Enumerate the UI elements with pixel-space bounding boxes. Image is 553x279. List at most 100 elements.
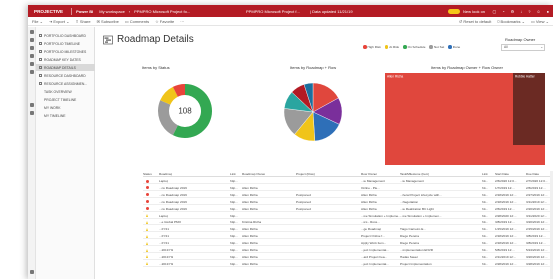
col-start-date[interactable]: Start Date (495, 172, 509, 176)
fullscreen-icon[interactable]: ▢ (492, 9, 496, 14)
sidebar-item-project-timeline[interactable]: PROJECT TIMELINE (36, 96, 95, 103)
notifications-icon[interactable]: ◔ (502, 9, 504, 14)
col-link[interactable]: Link (230, 172, 236, 176)
cell-link[interactable]: http... (230, 179, 238, 183)
favorites-icon[interactable] (30, 46, 34, 50)
new-look-toggle[interactable]: New look on (448, 8, 485, 14)
cell-link[interactable]: http... (230, 248, 238, 252)
treemap-tile-robbie[interactable] (513, 73, 545, 145)
workspace-icon[interactable] (30, 111, 34, 115)
donut-slice-not-set[interactable] (158, 100, 178, 136)
table-row[interactable]: ...2019 H1 http... Allen Richa ...ject Impl… (143, 261, 553, 267)
expand-icon[interactable] (30, 270, 34, 274)
more-options-icon[interactable]: ··· (180, 19, 184, 24)
report-link[interactable]: PPMPRO Microsoft Project fo... (134, 9, 190, 14)
app-name[interactable]: Power BI (76, 9, 93, 14)
view-button[interactable]: ▭ View ⌄ (531, 19, 549, 24)
sidebar-item-roadmap-key-dates[interactable]: ROADMAP KEY DATES (36, 56, 95, 63)
table-row[interactable]: ...ns Roadmap 2019 http... Allen Richa Post… (143, 206, 553, 212)
table-row[interactable]: ...2019 H1 http... Allen Richa ...ject Impl… (143, 247, 553, 253)
status-donut-chart[interactable]: 108 (155, 81, 215, 141)
cell-link2[interactable]: htt... (482, 241, 488, 245)
cell-link[interactable]: http... (230, 186, 238, 190)
cell-link2[interactable]: htt... (482, 179, 488, 183)
cell-link[interactable]: http... (230, 207, 238, 211)
cell-link[interactable]: http... (230, 214, 238, 218)
sidebar-item-task-overview[interactable]: TASK OVERVIEW (36, 88, 95, 95)
cell-link[interactable]: http... (230, 241, 238, 245)
brand-logo[interactable]: PROJECTIVE (34, 9, 63, 14)
download-icon[interactable]: ↓ (520, 9, 522, 14)
cell-link[interactable]: http... (230, 255, 238, 259)
table-row[interactable]: Laptop http... ...ie Management ...le Manag… (143, 178, 553, 184)
help-icon[interactable]: ? (528, 9, 530, 14)
col-row-owner[interactable]: Row Owner (361, 172, 377, 176)
recent-icon[interactable] (30, 54, 34, 58)
menu-item-subscribe[interactable]: ✉ Subscribe (97, 19, 119, 24)
cell-link2[interactable]: htt... (482, 214, 488, 218)
cell-link[interactable]: http... (230, 234, 238, 238)
cell-link2[interactable]: htt... (482, 193, 488, 197)
toggle-switch[interactable] (448, 8, 460, 14)
roadmap-owner-dropdown[interactable]: All ⌄ (501, 44, 545, 51)
sidebar-item-my-timeline[interactable]: MY TIMELINE (36, 112, 95, 119)
table-row[interactable]: ...e Global PMO http... Kristina Richa ...i… (143, 219, 553, 226)
apps-icon[interactable] (30, 62, 34, 66)
table-row[interactable]: ...ns Roadmap 2019 http... Allen Richa Onli… (143, 185, 553, 191)
sidebar-item-portfolio-timeline[interactable]: PORTFOLIO TIMELINE (36, 40, 95, 47)
sidebar-item-portfolio-milestones[interactable]: PORTFOLIO MILESTONES (36, 48, 95, 55)
col-project[interactable]: Project (Row) (296, 172, 315, 176)
shared-icon[interactable] (30, 70, 34, 74)
owner-treemap[interactable]: Allen Richa Robbie Hatter (385, 73, 545, 165)
table-row[interactable]: ...FY21 http... Allen Richa Apply Work Item… (143, 240, 553, 247)
menu-item-file[interactable]: File ⌄ (32, 19, 43, 24)
cell-link2[interactable]: htt... (482, 207, 488, 211)
cell-link[interactable]: http... (230, 193, 238, 197)
sidebar-item-portfolio-dashboard[interactable]: PORTFOLIO DASHBOARD (36, 32, 95, 39)
table-row[interactable]: Laptop http... ...ive Simulation + Impleme… (143, 213, 553, 219)
cell-link2[interactable]: htt... (482, 220, 488, 224)
sidebar-item-resource-assignments[interactable]: RESOURCE ASSIGNMEN... (36, 80, 95, 87)
cell-link2[interactable]: htt... (482, 186, 488, 190)
reset-button[interactable]: ↺ Reset to default (459, 19, 492, 24)
cell-link2[interactable]: htt... (482, 227, 488, 231)
col-roadmap-owner[interactable]: Roadmap Owner (242, 172, 265, 176)
table-row[interactable]: ...FY21 http... Allen Richa Project Online … (143, 233, 553, 240)
report-title[interactable]: PPMPRO Microsoft Project f... (246, 9, 300, 14)
table-row[interactable]: ...ns Roadmap 2019 http... Allen Richa Post… (143, 192, 553, 198)
col-link2[interactable]: Link (482, 172, 488, 176)
sidebar-item-resource-dashboard[interactable]: RESOURCE DASHBOARD (36, 72, 95, 79)
menu-item-favorite[interactable]: ☆ Favorite (155, 19, 174, 24)
home-icon[interactable] (30, 38, 34, 42)
cell-link2[interactable]: htt... (482, 248, 488, 252)
sidebar-item-roadmap-details[interactable]: ROADMAP DETAILS (36, 64, 95, 71)
roadmap-pie-chart[interactable] (282, 81, 344, 143)
cell-link2[interactable]: htt... (482, 200, 488, 204)
settings-icon[interactable]: ⚙ (511, 9, 515, 14)
table-row[interactable]: ...2019 H1 http... Allen Richa ...ard Proje… (143, 254, 553, 260)
cell-link2[interactable]: htt... (482, 262, 488, 266)
sidebar-item-my-work[interactable]: MY WORK (36, 104, 95, 111)
avatar[interactable]: ● (547, 9, 549, 14)
cell-link2[interactable]: htt... (482, 234, 488, 238)
bookmarks-button[interactable]: ⌑ Bookmarks ⌄ (497, 19, 525, 24)
col-due-date[interactable]: Due Date (526, 172, 539, 176)
cell-link[interactable]: http... (230, 220, 238, 224)
treemap-tile-allen[interactable] (385, 73, 513, 165)
menu-item-export[interactable]: ⇥ Export ⌄ (49, 19, 70, 24)
workspaces-icon[interactable] (30, 103, 34, 107)
cell-link[interactable]: http... (230, 227, 238, 231)
col-roadmap[interactable]: Roadmap (159, 172, 172, 176)
table-row[interactable]: ...ns Roadmap 2019 http... Allen Richa Post… (143, 199, 553, 205)
menu-item-comments[interactable]: ▭ Comments (125, 19, 149, 24)
menu-item-share[interactable]: ⇪ Share (75, 19, 90, 24)
cell-link[interactable]: http... (230, 262, 238, 266)
treemap-tile-other[interactable] (513, 145, 545, 165)
cell-link[interactable]: http... (230, 200, 238, 204)
workspace-link[interactable]: My workspace (99, 9, 125, 14)
feedback-icon[interactable]: ☺ (536, 9, 540, 14)
col-status[interactable]: Status (143, 172, 152, 176)
menu-icon[interactable] (30, 30, 34, 34)
col-item[interactable]: Task/Milestone (Item) (400, 172, 429, 176)
cell-link2[interactable]: htt... (482, 255, 488, 259)
